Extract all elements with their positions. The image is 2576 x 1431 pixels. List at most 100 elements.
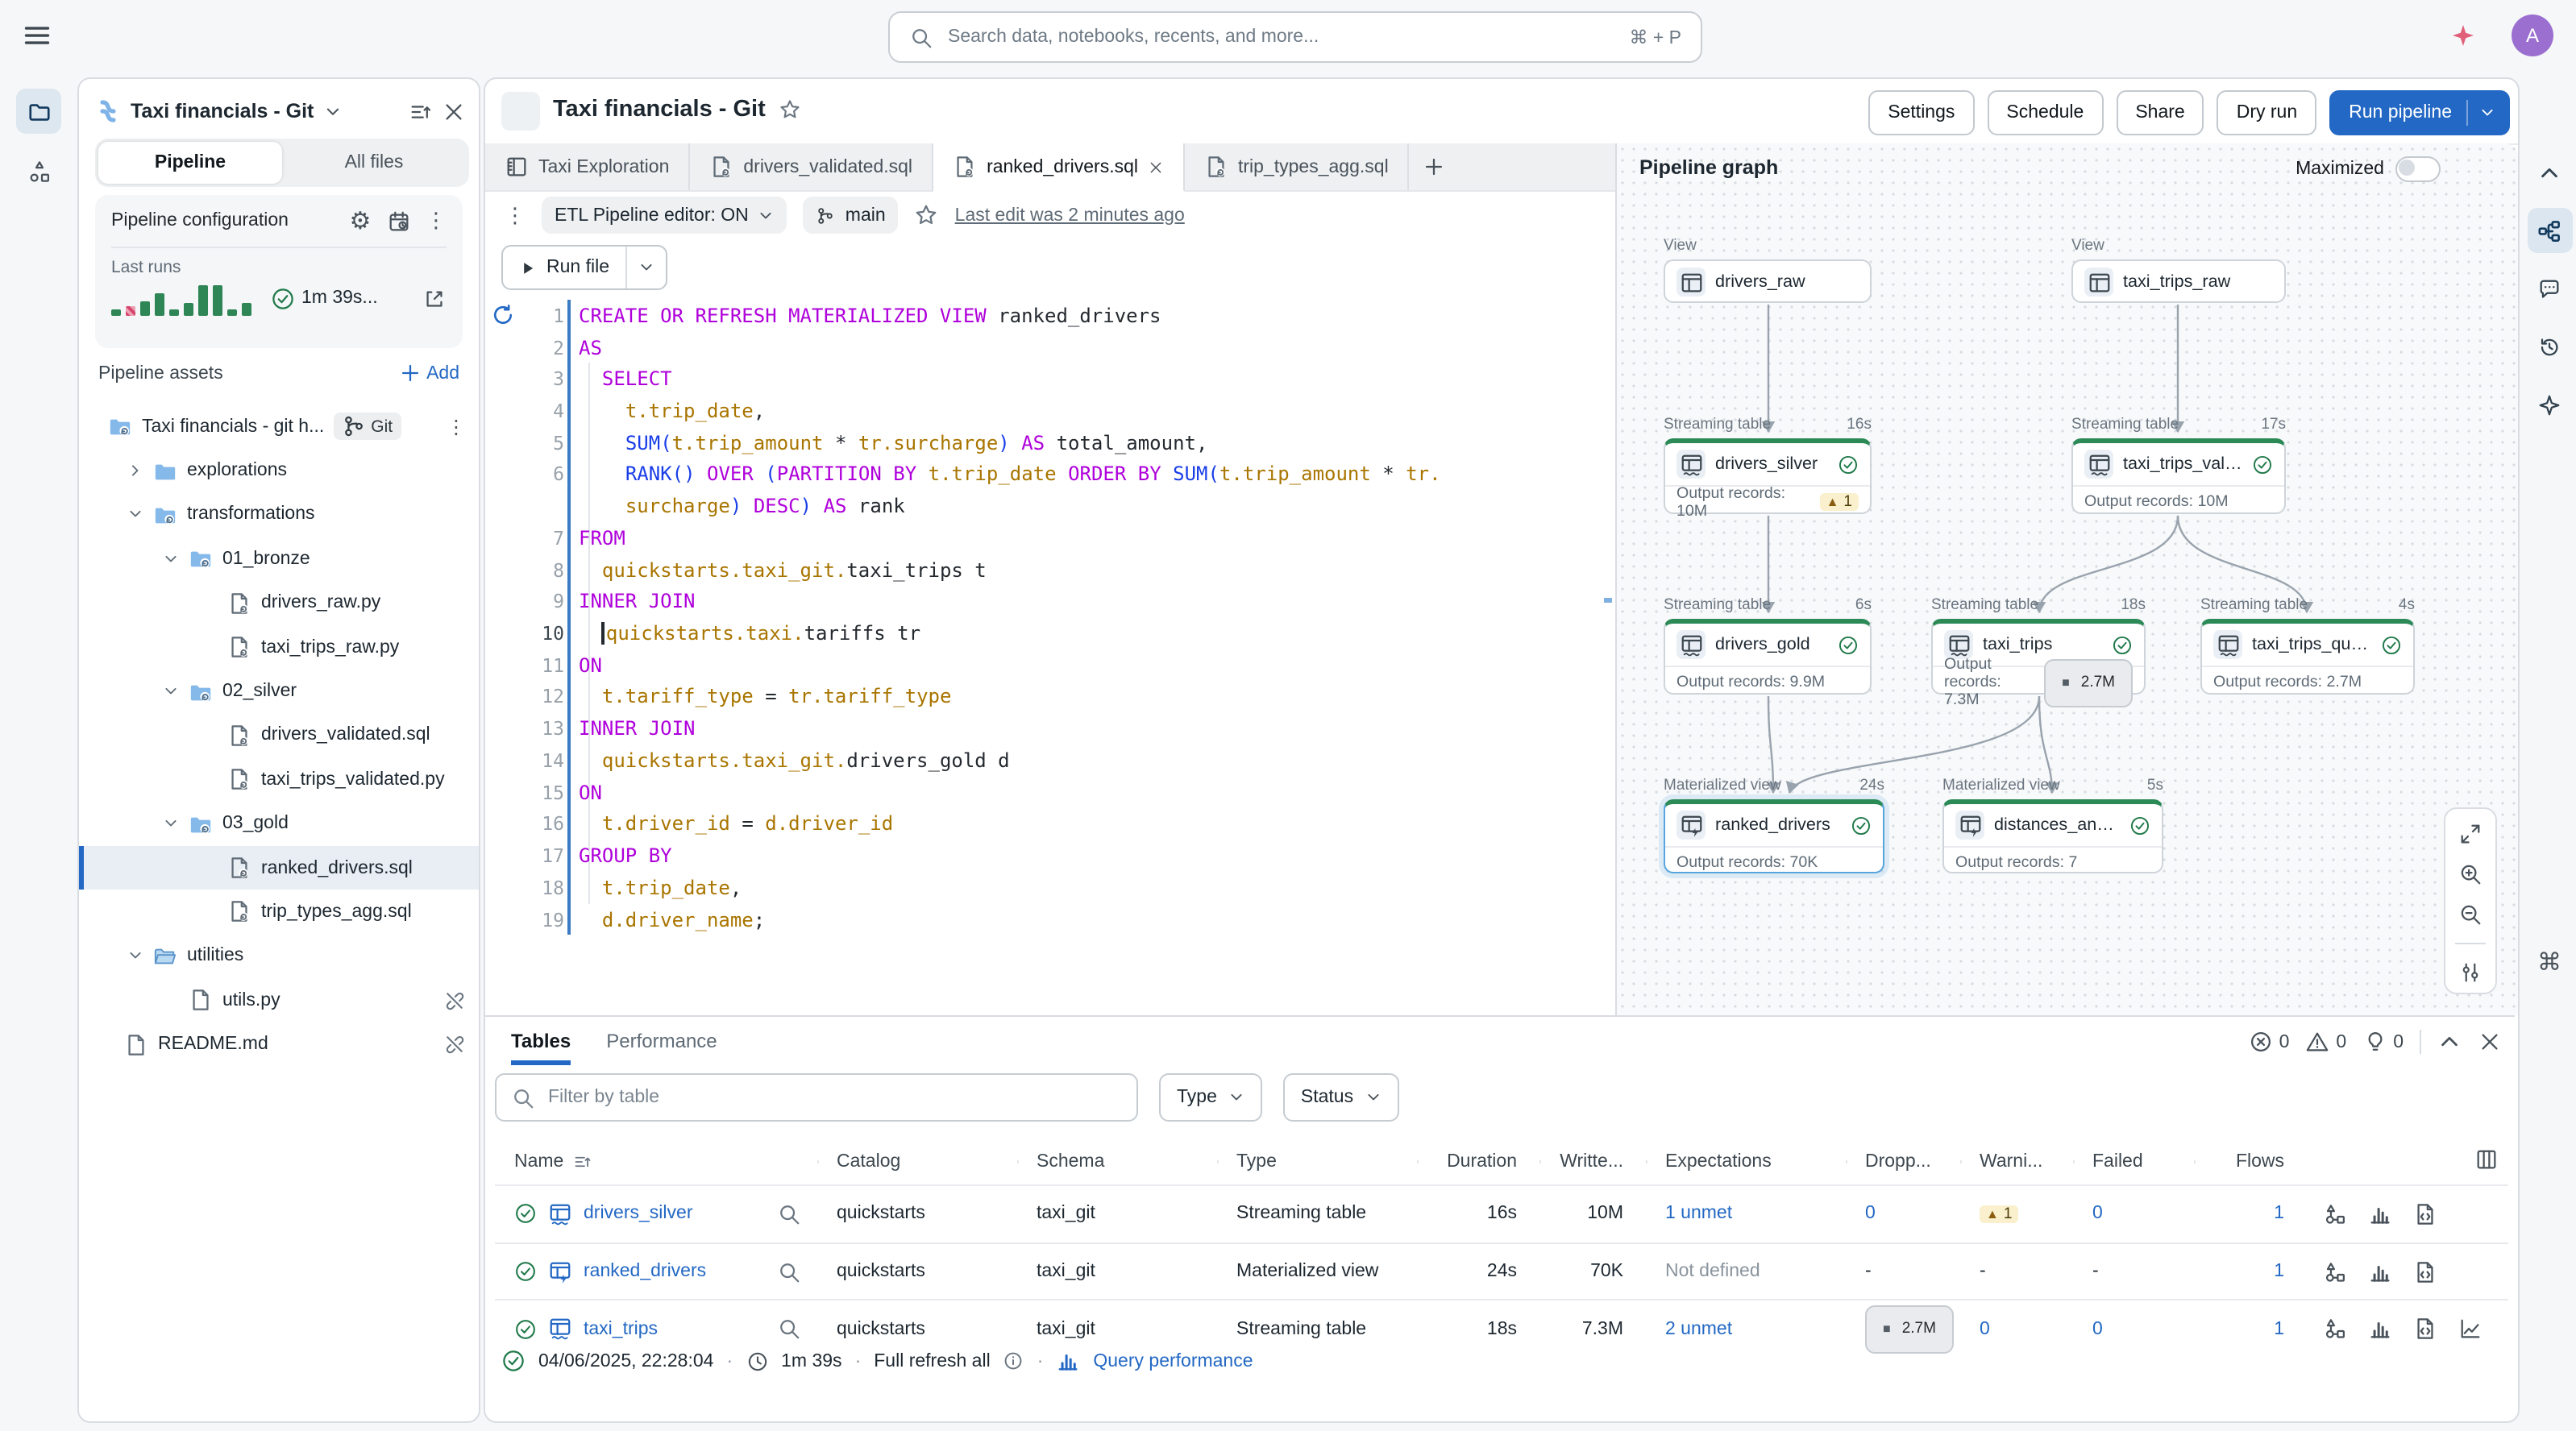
collapse-rail-button[interactable] [2527,150,2572,195]
barchart-action-icon[interactable] [2368,1259,2392,1284]
fullscreen-icon[interactable] [2458,822,2483,846]
kebab-menu-icon[interactable]: ⋮ [447,417,466,436]
gear-icon[interactable]: ⚙ [348,209,372,233]
table-name-link[interactable]: taxi_trips [584,1319,658,1338]
graph-node-drivers-raw[interactable]: drivers_raw [1664,259,1872,303]
tree-item-readme-md[interactable]: README.md [79,1022,479,1067]
tree-item-utilities[interactable]: utilities [79,934,479,978]
last-runs-bar-chart[interactable] [111,280,251,316]
zoom-out-icon[interactable] [2458,902,2483,927]
table-name-link[interactable]: ranked_drivers [584,1262,706,1281]
code-line[interactable]: 8 quickstarts.taxi_git.taxi_trips t [485,554,1598,586]
code-line[interactable]: 19 d.driver_name; [485,903,1598,935]
run-bar[interactable] [227,309,237,316]
code-line[interactable]: 7FROM [485,522,1598,554]
code-line[interactable]: surcharge) DESC) AS rank [485,491,1598,522]
sort-panel-icon[interactable] [408,99,432,123]
graph-node-taxi-trips-quarantine[interactable]: taxi_trips_quarantineOutput records: 2.7… [2200,619,2415,695]
info-icon[interactable] [1003,1350,1024,1371]
tree-item-02-silver[interactable]: 02_silver [79,670,479,714]
code-line[interactable]: 5 SUM(t.trip_amount * tr.surcharge) AS t… [485,427,1598,458]
warning-badge[interactable]: ▲1 [1980,1205,2018,1223]
codefile-action-icon[interactable] [2413,1202,2437,1226]
table-row-ranked_drivers[interactable]: ranked_driversquickstartstaxi_gitMateria… [495,1242,2508,1299]
lineage-action-icon[interactable] [2323,1202,2347,1226]
filter-by-table-input[interactable]: Filter by table [495,1073,1138,1122]
chevron-down-icon[interactable] [127,948,143,964]
drop-badge[interactable]: ■2.7M [2044,658,2133,707]
run-bar[interactable] [198,285,208,316]
chevron-down-icon[interactable] [163,683,179,699]
editor-tab-drivers-validated-sql[interactable]: drivers_validated.sql [690,143,933,190]
search-icon[interactable] [777,1317,801,1341]
kebab-menu-icon[interactable]: ⋮ [505,205,526,226]
code-line[interactable]: 3 SELECT [485,363,1598,395]
settings-button[interactable]: Settings [1868,90,1974,135]
star-icon[interactable] [915,203,939,227]
global-search-input[interactable]: Search data, notebooks, recents, and mor… [888,11,1702,63]
chevron-right-icon[interactable] [127,462,143,479]
tree-item-trip-types-agg-sql[interactable]: trip_types_agg.sql [79,890,479,935]
column-header-failed[interactable]: Failed [2073,1152,2194,1172]
close-tab-icon[interactable] [1148,159,1164,175]
column-header-writte[interactable]: Writte... [1539,1152,1646,1172]
warn-badge[interactable]: ▲1 [1820,493,1859,511]
tree-item-03-gold[interactable]: 03_gold [79,802,479,846]
sidebar-item-workspace-files[interactable] [16,89,61,134]
run-file-button[interactable]: Run file [501,245,667,290]
column-header-name[interactable]: Name [495,1152,817,1172]
last-edit-link[interactable]: Last edit was 2 minutes ago [955,205,1185,225]
chevron-down-icon[interactable] [2479,105,2495,121]
table-name-link[interactable]: drivers_silver [584,1205,693,1224]
kebab-menu-icon[interactable]: ⋮ [426,210,447,231]
zoom-in-icon[interactable] [2458,862,2483,886]
run-pipeline-button[interactable]: Run pipeline [2329,90,2510,135]
graph-node-taxi-trips[interactable]: taxi_tripsOutput records: 7.3M■2.7M [1931,619,2146,695]
rail-history-button[interactable] [2527,324,2572,369]
lineage-action-icon[interactable] [2323,1259,2347,1284]
assistant-sparkle-icon[interactable] [2450,23,2476,48]
code-line[interactable]: 16 t.driver_id = d.driver_id [485,808,1598,840]
chevron-down-icon[interactable] [163,815,179,832]
query-performance-link[interactable]: Query performance [1093,1351,1253,1371]
column-header-dropp[interactable]: Dropp... [1846,1152,1960,1172]
lineage-action-icon[interactable] [2323,1317,2347,1341]
column-header-flows[interactable]: Flows [2194,1152,2307,1172]
codefile-action-icon[interactable] [2413,1259,2437,1284]
editor-tab-taxi-exploration[interactable]: Taxi Exploration [485,143,690,190]
tree-item-01-bronze[interactable]: 01_bronze [79,537,479,581]
code-line[interactable]: 2AS [485,331,1598,363]
code-line[interactable]: 9INNER JOIN [485,586,1598,617]
close-panel-icon[interactable] [2478,1030,2502,1054]
run-bar[interactable] [126,306,135,316]
sidebar-pipeline-title[interactable]: Taxi financials - Git [131,100,314,122]
sidebar-item-pipelines[interactable] [16,148,61,193]
code-line[interactable]: 1CREATE OR REFRESH MATERIALIZED VIEW ran… [485,300,1598,331]
type-filter-dropdown[interactable]: Type [1159,1073,1262,1122]
tree-item-utils-py[interactable]: utils.py [79,978,479,1022]
run-bar[interactable] [242,303,251,316]
tree-item-ranked-drivers-sql[interactable]: ranked_drivers.sql [79,846,479,890]
column-header-expectations[interactable]: Expectations [1646,1152,1846,1172]
add-asset-button[interactable]: Add [399,363,459,384]
dry-run-button[interactable]: Dry run [2217,90,2316,135]
graph-node-distances-and-amounts-b-[interactable]: distances_and_amounts_b...Output records… [1942,799,2163,873]
rail-pipeline-graph-button[interactable] [2527,208,2572,253]
run-bar[interactable] [140,301,150,316]
code-line[interactable]: 10 quickstarts.taxi.tariffs tr [485,617,1598,649]
run-bar[interactable] [184,303,193,316]
column-header-warni[interactable]: Warni... [1960,1152,2073,1172]
run-bar[interactable] [111,309,121,316]
codefile-action-icon[interactable] [2413,1317,2437,1341]
sidebar-tab-pipeline[interactable]: Pipeline [98,142,282,184]
barchart-action-icon[interactable] [2368,1317,2392,1341]
column-header-duration[interactable]: Duration [1417,1152,1539,1172]
column-header-type[interactable]: Type [1217,1152,1417,1172]
schedule-calendar-icon[interactable] [387,209,411,233]
hamburger-menu-icon[interactable] [23,21,52,50]
chevron-down-icon[interactable] [323,102,341,120]
tree-item-taxi-trips-raw-py[interactable]: taxi_trips_raw.py [79,625,479,670]
refresh-line-icon[interactable] [490,304,516,328]
graph-node-ranked-drivers[interactable]: ranked_driversOutput records: 70K [1664,799,1884,873]
run-bar[interactable] [169,309,179,316]
